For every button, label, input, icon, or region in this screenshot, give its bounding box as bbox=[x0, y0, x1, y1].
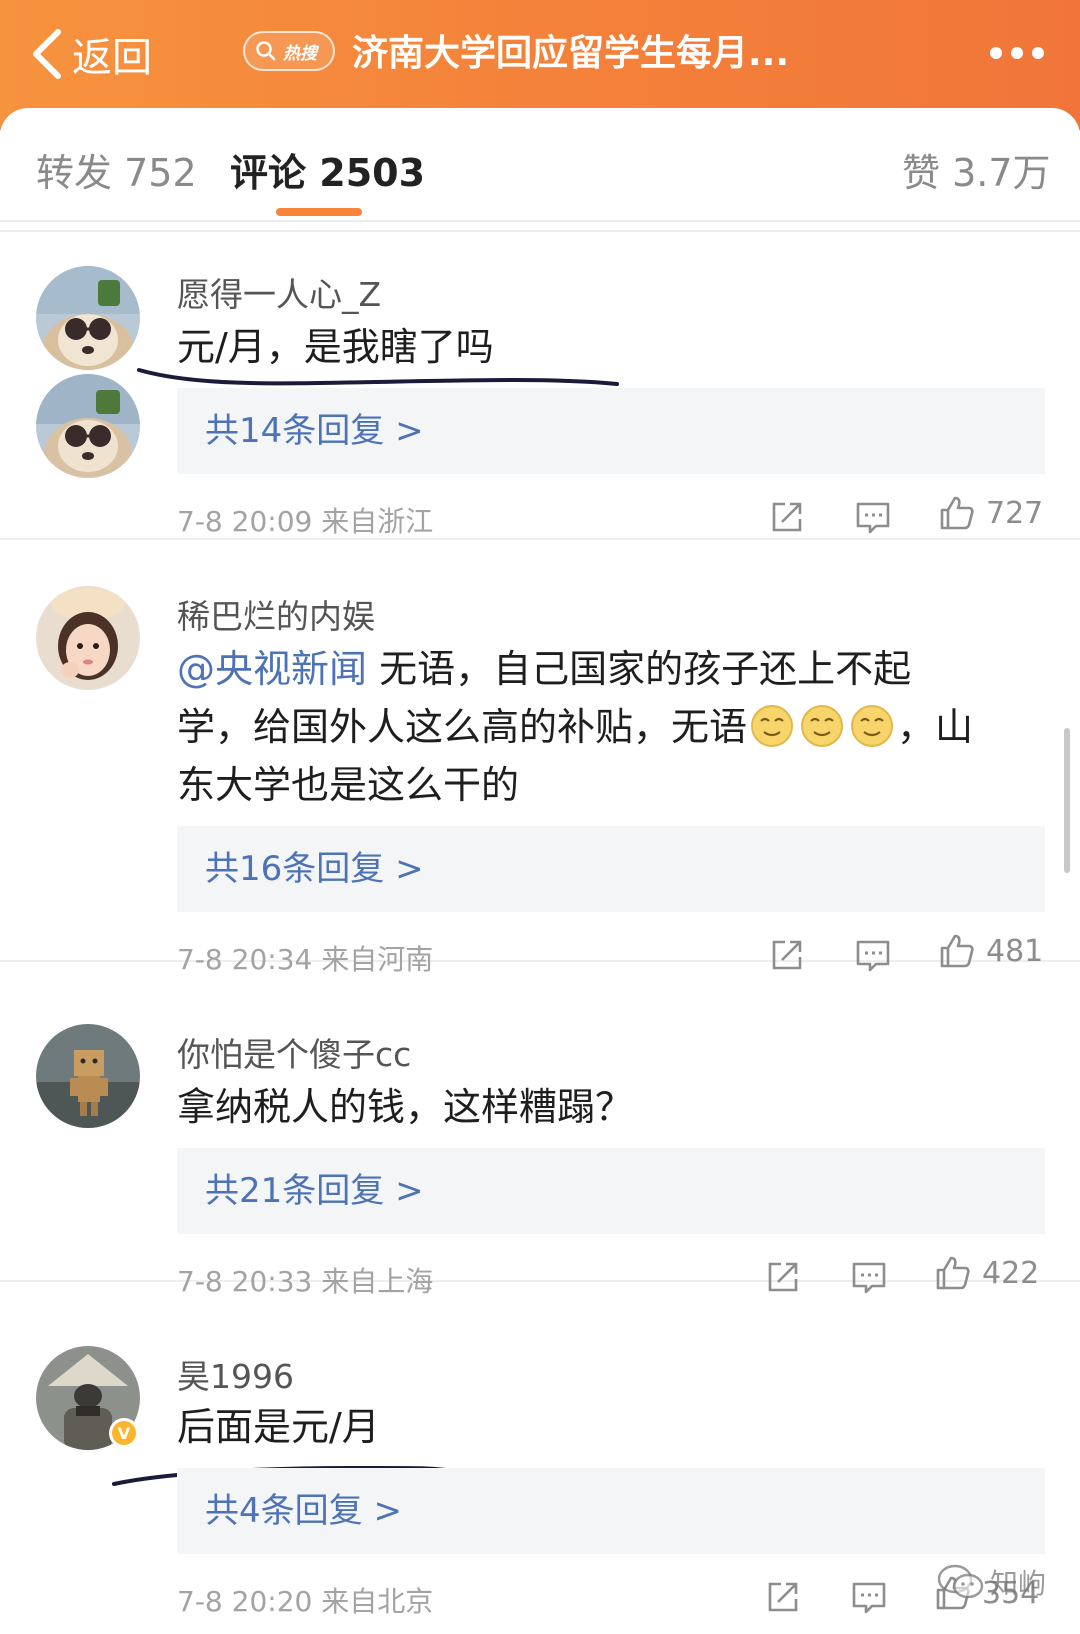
comment-location: 来自河南 bbox=[321, 943, 434, 976]
like-count: 422 bbox=[982, 1255, 1040, 1291]
avatar[interactable] bbox=[36, 374, 140, 478]
tab-likes[interactable]: 赞 3.7万 bbox=[902, 142, 1051, 197]
view-replies-button[interactable]: 共4条回复 > bbox=[177, 1468, 1045, 1554]
tab-comments[interactable]: 评论 2503 bbox=[230, 142, 425, 197]
view-replies-button[interactable]: 共14条回复 > bbox=[177, 388, 1045, 474]
more-options-button[interactable] bbox=[990, 30, 1044, 76]
comment-text-line: ，山 bbox=[897, 705, 974, 749]
comment-time: 7-8 20:20 bbox=[177, 1585, 313, 1618]
comment-icon bbox=[856, 940, 890, 972]
view-replies-button[interactable]: 共16条回复 > bbox=[177, 826, 1045, 912]
dot-icon bbox=[1032, 47, 1044, 59]
back-label: 返回 bbox=[72, 35, 152, 81]
like-button[interactable]: 481 bbox=[938, 932, 1043, 970]
avatar[interactable] bbox=[36, 1024, 140, 1128]
share-button[interactable] bbox=[764, 1258, 802, 1296]
like-count: 727 bbox=[986, 495, 1044, 531]
divider bbox=[0, 538, 1080, 540]
comment-time: 7-8 20:33 bbox=[177, 1265, 313, 1298]
dot-icon bbox=[1011, 47, 1023, 59]
thumbs-up-icon bbox=[936, 1256, 970, 1290]
comment-text-line: 学，给国外人这么高的补贴，无语 bbox=[177, 705, 748, 749]
comment-username[interactable]: 昊1996 bbox=[177, 1350, 294, 1398]
comment-location: 来自上海 bbox=[321, 1265, 434, 1298]
comment-text-line: 东大学也是这么干的 bbox=[177, 763, 520, 807]
chevron-left-icon bbox=[33, 29, 61, 79]
share-button[interactable] bbox=[768, 936, 806, 974]
like-button[interactable]: 727 bbox=[938, 494, 1043, 532]
comment-location: 来自浙江 bbox=[321, 505, 434, 538]
comment-time: 7-8 20:34 bbox=[177, 943, 313, 976]
comment-meta: 7-8 20:09 来自浙江 bbox=[177, 500, 433, 540]
tab-reposts[interactable]: 转发 752 bbox=[36, 142, 197, 197]
comment-icon bbox=[856, 502, 890, 534]
avatar-girl-image bbox=[36, 586, 140, 690]
like-count: 481 bbox=[986, 933, 1044, 969]
tab-bar: 转发 752 评论 2503 赞 3.7万 bbox=[0, 108, 1080, 222]
divider bbox=[0, 230, 1080, 232]
thumbs-up-icon bbox=[940, 496, 974, 530]
comment-username[interactable]: 你怕是个傻子cc bbox=[177, 1028, 411, 1076]
comment-meta: 7-8 20:20 来自北京 bbox=[177, 1580, 433, 1620]
dot-icon bbox=[990, 47, 1002, 59]
smirk-emoji-icon bbox=[801, 705, 844, 747]
comment-time: 7-8 20:09 bbox=[177, 505, 313, 538]
tab-reposts-count: 752 bbox=[124, 151, 197, 195]
comment-username[interactable]: 愿得一人心_Z bbox=[177, 268, 381, 316]
hot-search-badge[interactable]: 热搜 bbox=[243, 31, 335, 71]
comment-button[interactable] bbox=[850, 1258, 888, 1296]
comment-text: 元/月，是我瞎了吗 bbox=[177, 325, 494, 369]
divider bbox=[0, 960, 1080, 962]
tab-likes-count: 3.7万 bbox=[952, 151, 1051, 195]
view-replies-button[interactable]: 共21条回复 > bbox=[177, 1148, 1045, 1234]
watermark-text: 知岣 bbox=[990, 1567, 1047, 1600]
comment-text: 后面是元/月 bbox=[177, 1405, 380, 1449]
comment-button[interactable] bbox=[850, 1578, 888, 1616]
active-tab-indicator bbox=[276, 208, 362, 216]
tab-reposts-label: 转发 bbox=[36, 151, 113, 195]
comment-button[interactable] bbox=[854, 498, 892, 536]
avatar-dog-image bbox=[36, 374, 140, 478]
avatar[interactable] bbox=[36, 586, 140, 690]
comment-text: 拿纳税人的钱，这样糟蹋？ bbox=[177, 1085, 634, 1129]
comment-username[interactable]: 稀巴烂的内娱 bbox=[177, 590, 375, 638]
comment-text: @央视新闻 无语，自己国家的孩子还上不起 学，给国外人这么高的补贴，无语 ，山 东… bbox=[177, 640, 1047, 814]
share-button[interactable] bbox=[764, 1578, 802, 1616]
verified-badge-icon: V bbox=[109, 1418, 139, 1448]
hot-badge-label: 热搜 bbox=[283, 43, 317, 64]
avatar-dog-image bbox=[36, 266, 140, 370]
tab-comments-count: 2503 bbox=[319, 151, 426, 195]
search-icon bbox=[256, 41, 276, 61]
tab-comments-label: 评论 bbox=[230, 151, 307, 195]
watermark: 知岣 bbox=[936, 1562, 1046, 1602]
mention-link[interactable]: @央视新闻 bbox=[177, 647, 367, 691]
share-icon bbox=[772, 940, 802, 970]
avatar-box-figure-image bbox=[36, 1024, 140, 1128]
comment-text-line: 无语，自己国家的孩子还上不起 bbox=[367, 647, 912, 691]
back-button[interactable]: 返回 bbox=[30, 22, 152, 86]
divider bbox=[0, 1280, 1080, 1282]
comment-location: 来自北京 bbox=[321, 1585, 434, 1618]
thumbs-up-icon bbox=[940, 934, 974, 968]
tab-likes-label: 赞 bbox=[902, 151, 941, 195]
comment-meta: 7-8 20:33 来自上海 bbox=[177, 1260, 433, 1300]
share-icon bbox=[768, 1582, 798, 1612]
share-icon bbox=[772, 502, 802, 532]
share-icon bbox=[768, 1262, 798, 1292]
comment-icon bbox=[852, 1262, 886, 1294]
share-button[interactable] bbox=[768, 498, 806, 536]
page-title: 济南大学回应留学生每月... bbox=[352, 33, 790, 74]
comment-icon bbox=[852, 1582, 886, 1614]
comment-button[interactable] bbox=[854, 936, 892, 974]
smirk-emoji-icon bbox=[751, 705, 794, 747]
comment-meta: 7-8 20:34 来自河南 bbox=[177, 938, 433, 978]
wechat-logo-icon bbox=[937, 1564, 984, 1599]
smirk-emoji-icon bbox=[851, 705, 894, 747]
scrollbar[interactable] bbox=[1064, 728, 1070, 873]
avatar[interactable] bbox=[36, 266, 140, 370]
like-button[interactable]: 422 bbox=[934, 1254, 1039, 1292]
